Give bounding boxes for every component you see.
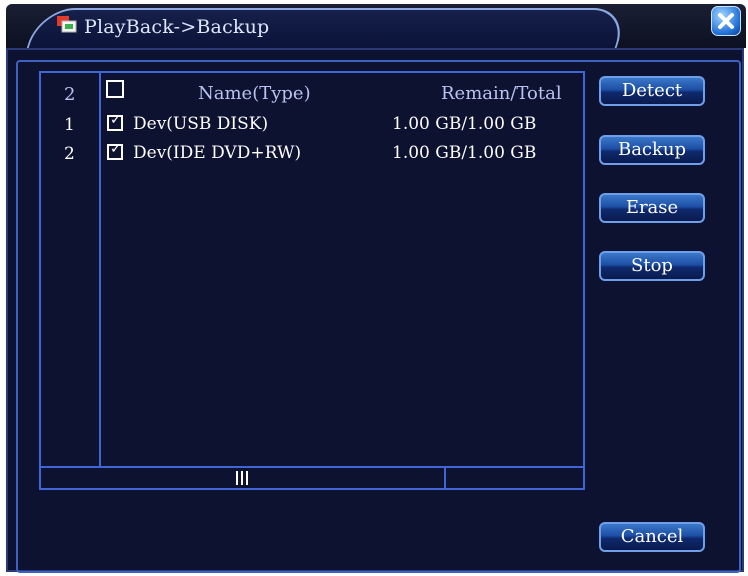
- row-capacity: 1.00 GB/1.00 GB: [392, 143, 537, 163]
- row-checkbox[interactable]: ✓: [107, 112, 123, 131]
- check-icon: ✓: [110, 141, 122, 157]
- header-remain-total: Remain/Total: [441, 83, 562, 104]
- backup-dialog: PlayBack->Backup 2 Name(Type) Remain/Tot…: [0, 0, 748, 576]
- window-title: PlayBack->Backup: [84, 16, 270, 38]
- table-column-divider: [99, 73, 101, 466]
- header-name-type: Name(Type): [198, 83, 311, 104]
- erase-button[interactable]: Erase: [599, 193, 705, 223]
- row-name: Dev(IDE DVD+RW): [133, 143, 302, 163]
- close-icon: [718, 13, 734, 29]
- header-count: 2: [64, 84, 76, 105]
- scrollbar-thumb[interactable]: [236, 471, 250, 485]
- close-button[interactable]: [711, 6, 741, 36]
- check-icon: ✓: [110, 112, 122, 128]
- select-all-checkbox[interactable]: [106, 80, 124, 98]
- row-index: 2: [64, 144, 75, 164]
- row-name: Dev(USB DISK): [133, 114, 269, 134]
- backup-button[interactable]: Backup: [599, 135, 705, 165]
- row-capacity: 1.00 GB/1.00 GB: [392, 114, 537, 134]
- row-index: 1: [64, 115, 75, 135]
- detect-button[interactable]: Detect: [599, 76, 705, 106]
- scrollbar-divider: [444, 466, 446, 488]
- cancel-button[interactable]: Cancel: [599, 522, 705, 552]
- backup-icon: [57, 16, 77, 33]
- horizontal-scrollbar[interactable]: [41, 466, 583, 488]
- row-checkbox[interactable]: ✓: [107, 141, 123, 160]
- stop-button[interactable]: Stop: [599, 251, 705, 281]
